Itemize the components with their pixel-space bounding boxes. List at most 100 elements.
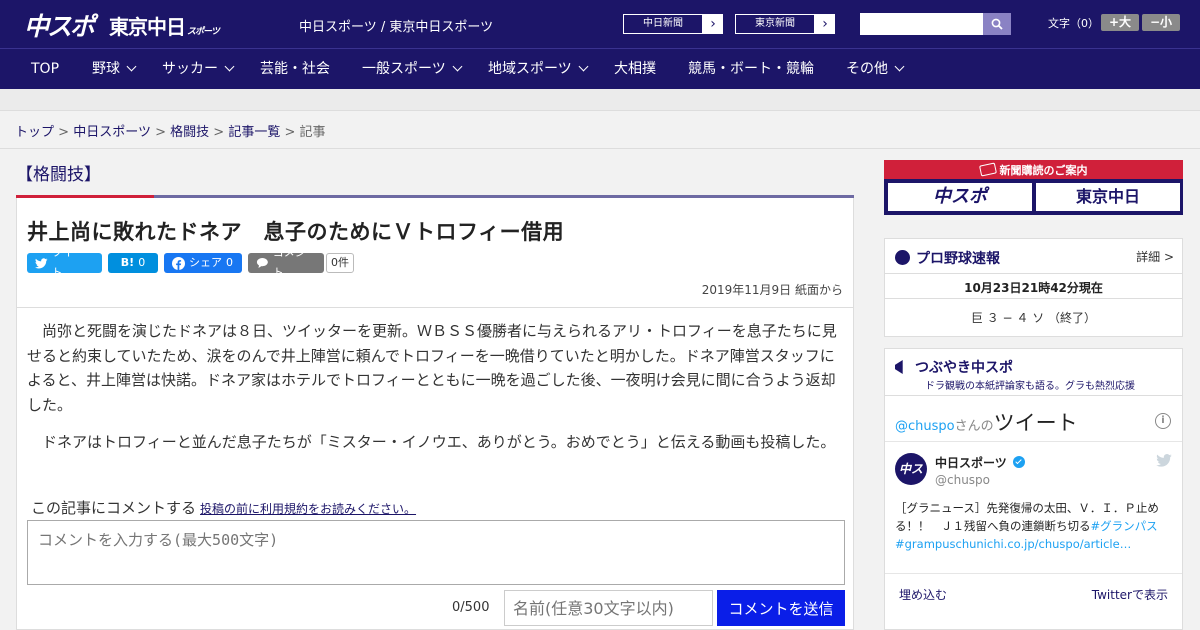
comment-label: コメント (272, 246, 306, 279)
search-icon (991, 18, 1003, 30)
article-category: 【格闘技】 (16, 165, 101, 185)
facebook-icon (172, 256, 185, 270)
nav-label: 地域スポーツ (488, 61, 572, 77)
tweet-hashtag[interactable]: #グランパス (1091, 519, 1158, 533)
tweets-widget-title: つぶやき中スポ (915, 360, 1013, 376)
timeline-handle[interactable]: @chuspo (895, 419, 955, 434)
baseball-update-time: 10月23日21時42分現在 (964, 281, 1103, 295)
hatena-bookmark-button[interactable]: B! 0 (108, 253, 158, 273)
nav-item-local-sports[interactable]: 地域スポーツ (488, 49, 589, 90)
article-dateline: 2019年11月9日 紙面から (701, 283, 843, 297)
baseball-detail-link[interactable]: 詳細 > (1136, 248, 1174, 265)
top-bar: 中スポ 東京中日 スポーツ 中日スポーツ / 東京中日スポーツ 中日新聞 › 東京… (0, 0, 1200, 48)
font-size-decrease-button[interactable]: −小 (1142, 14, 1180, 31)
breadcrumb-link-top[interactable]: トップ (15, 125, 54, 140)
comment-count: 0件 (326, 253, 354, 273)
tweet-button[interactable]: ツイート (27, 246, 102, 279)
chunichi-shimbun-link[interactable]: 中日新聞 › (622, 13, 724, 35)
site-tagline: 中日スポーツ / 東京中日スポーツ (299, 20, 494, 35)
nav-item-other[interactable]: その他 (846, 49, 905, 90)
comment-textarea[interactable] (27, 520, 845, 585)
tokyo-shimbun-link[interactable]: 東京新聞 › (734, 13, 836, 35)
breadcrumb-link-martial-arts[interactable]: 格闘技 (170, 125, 209, 140)
nav-label: 芸能・社会 (260, 61, 330, 77)
nav-label: 大相撲 (614, 61, 656, 77)
terms-link[interactable]: 投稿の前に利用規約をお読みください。 (200, 502, 416, 516)
megaphone-icon (895, 360, 903, 374)
nav-item-keiba[interactable]: 競馬・ボート・競輪 (688, 49, 814, 90)
timeline-heading: ツイート (993, 411, 1078, 435)
timeline-handle-suffix: さんの (954, 419, 994, 434)
breadcrumb-separator: > (213, 125, 225, 140)
baseball-widget-header: プロ野球速報 (895, 248, 1000, 268)
nav-item-sumo[interactable]: 大相撲 (614, 49, 656, 90)
subscription-tokyo-link[interactable]: 東京中日 (1036, 183, 1180, 211)
nav-item-top[interactable]: TOP (31, 49, 59, 90)
subscription-chuspo-link[interactable]: 中スポ (888, 183, 1032, 211)
nav-item-entertainment[interactable]: 芸能・社会 (260, 49, 330, 90)
tokyo-logo-sub: スポーツ (187, 27, 220, 37)
commenter-name-input[interactable] (504, 590, 713, 626)
comment-form-heading: この記事にコメントする 投稿の前に利用規約をお読みください。 (31, 497, 416, 518)
speech-bubble-icon (256, 257, 268, 269)
baseball-scores-widget: プロ野球速報 詳細 > 10月23日21時42分現在 巨 ３ − ４ ソ （終了… (884, 238, 1183, 337)
nav-label: サッカー (162, 61, 218, 77)
chevron-down-icon (224, 61, 235, 72)
tweets-widget-subtitle: ドラ観戦の本紙評論家も語る。グラも熱烈応援 (925, 381, 1135, 392)
breadcrumb-separator: > (284, 125, 296, 140)
subscription-title-text: 新聞購読のご案内 (999, 164, 1088, 177)
comment-char-count: 0/500 (452, 600, 490, 615)
baseball-score[interactable]: 巨 ３ − ４ ソ （終了） (885, 309, 1182, 326)
view-on-twitter-link[interactable]: Twitterで表示 (1092, 586, 1168, 603)
widget-divider (885, 298, 1182, 299)
article-headline: 井上尚に敗れたドネア 息子のためにＶトロフィー借用 (27, 220, 565, 244)
avatar[interactable]: 中スポ (895, 453, 927, 508)
widget-divider (885, 395, 1182, 396)
widget-divider (885, 273, 1182, 274)
tweet-account-handle[interactable]: @chuspo (935, 473, 990, 487)
paper-link-label: 中日新聞 (623, 14, 703, 34)
comment-prompt-text: この記事にコメントする (31, 499, 197, 517)
search-button[interactable] (983, 13, 1011, 35)
chevron-down-icon (894, 61, 905, 72)
article-card: 井上尚に敗れたドネア 息子のためにＶトロフィー借用 ツイート B! 0 シェア … (16, 198, 854, 630)
info-icon[interactable]: i (1155, 413, 1171, 429)
nav-label: TOP (31, 61, 60, 77)
font-size-increase-button[interactable]: +大 (1101, 14, 1139, 31)
tokyo-chunichi-logo[interactable]: 東京中日 スポーツ (109, 11, 220, 40)
tweet-text: ［グラニュース］先発復帰の太田、Ｖ．Ｉ．Ｐ止める！！ Ｊ１残留へ負の連鎖断ち切る… (895, 499, 1175, 553)
nav-item-soccer[interactable]: サッカー (162, 49, 235, 90)
breadcrumb-separator: > (58, 125, 70, 140)
tweets-widget-header: つぶやき中スポ (895, 357, 1013, 377)
share-buttons: ツイート B! 0 シェア 0 コメント 0件 (27, 246, 354, 279)
article-paragraph: 尚弥と死闘を演じたドネアは８日、ツイッターを更新。ＷＢＳＳ優勝者に与えられるアリ… (27, 322, 837, 414)
nav-label: 一般スポーツ (362, 61, 446, 77)
nav-item-baseball[interactable]: 野球 (92, 49, 137, 90)
embed-link[interactable]: 埋め込む (899, 586, 947, 603)
twitter-bird-icon (1156, 454, 1172, 467)
chuspo-logo[interactable]: 中スポ (24, 7, 95, 43)
chevron-down-icon (126, 61, 137, 72)
comment-button[interactable]: コメント (248, 246, 324, 279)
hatena-label: B! (120, 256, 135, 269)
tweet-label: ツイート (51, 246, 85, 279)
baseball-widget-title: プロ野球速報 (916, 251, 1000, 267)
facebook-count: 0 (226, 256, 233, 269)
facebook-share-button[interactable]: シェア 0 (164, 253, 242, 273)
main-nav: TOP 野球 サッカー 芸能・社会 一般スポーツ 地域スポーツ 大相撲 競馬・ボ… (0, 48, 1200, 89)
breadcrumb-current: 記事 (299, 125, 326, 140)
breadcrumb-link-chunichi-sports[interactable]: 中日スポーツ (73, 125, 151, 140)
breadcrumb: トップ > 中日スポーツ > 格闘技 > 記事一覧 > 記事 (15, 121, 326, 140)
search-input[interactable] (860, 13, 983, 35)
tweet-account-name[interactable]: 中日スポーツ (935, 454, 1025, 471)
subscription-title: 新聞購読のご案内 (884, 162, 1183, 178)
widget-divider (885, 573, 1182, 574)
baseball-icon (895, 250, 910, 265)
breadcrumb-divider (0, 148, 1200, 149)
nav-item-general-sports[interactable]: 一般スポーツ (362, 49, 463, 90)
submit-comment-button[interactable]: コメントを送信 (717, 590, 845, 626)
breadcrumb-link-article-list[interactable]: 記事一覧 (228, 125, 280, 140)
tweet-link[interactable]: #grampuschunichi.co.jp/chuspo/article… (895, 537, 1131, 551)
verified-badge-icon (1012, 456, 1025, 468)
newspaper-icon (978, 162, 997, 177)
